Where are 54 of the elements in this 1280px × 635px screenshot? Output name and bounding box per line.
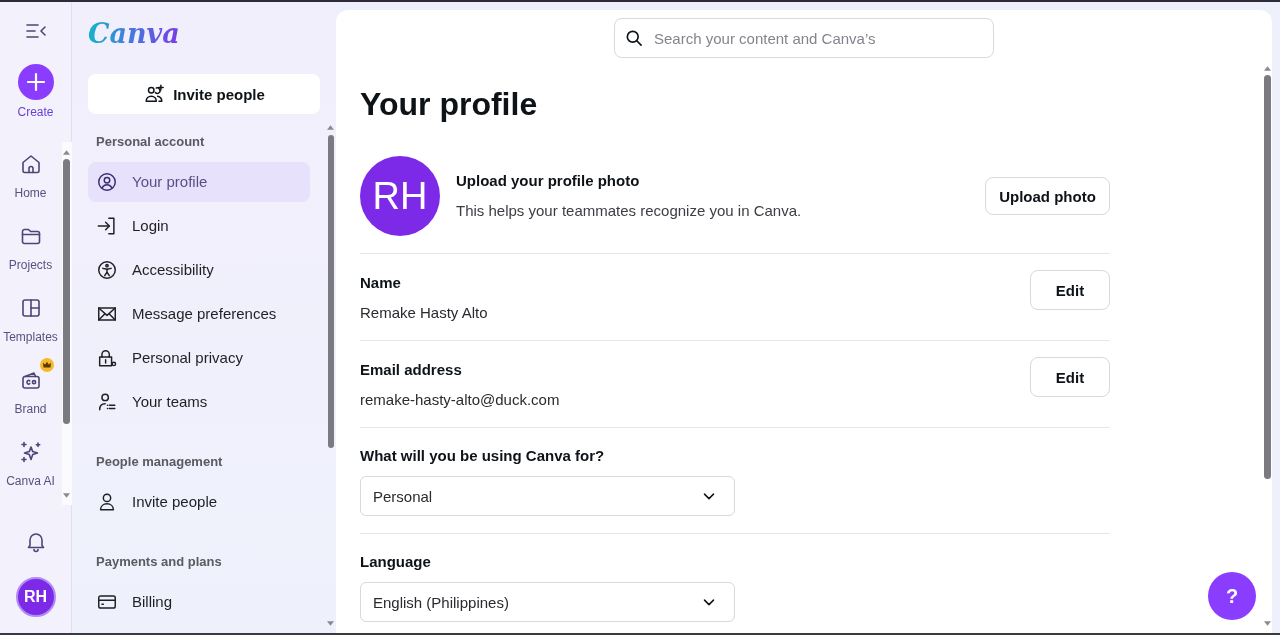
search-field[interactable]: Search your content and Canva’s [614,18,994,58]
scrollbar-thumb[interactable] [63,159,70,424]
sidebar-item[interactable]: Accessibility [88,250,310,290]
navigation-item[interactable]: Projects [0,214,61,273]
create-button[interactable]: Create [17,64,54,120]
scroll-down-icon[interactable] [327,621,334,626]
dropdown-field[interactable]: Personal [360,476,735,516]
invite-people-button[interactable]: Invite people [88,74,320,114]
scroll-up-icon[interactable] [1263,66,1271,71]
scrollbar-thumb[interactable] [327,135,334,448]
padlock-icon [96,347,118,369]
field-label: What will you be using Canva for? [360,446,605,466]
upload-photo-button[interactable]: Upload photo [985,177,1110,215]
section-heading: Personal account [95,133,206,151]
scroll-up-icon[interactable] [327,125,334,130]
navigation-item[interactable]: Canva AI [0,430,61,489]
sparkles-icon [18,440,43,464]
sidebar-item[interactable]: Personal privacy [88,338,310,378]
edit-button[interactable]: Edit [1030,357,1110,397]
plus-icon [17,64,54,100]
navigation-item[interactable]: Home [0,142,61,201]
profile-avatar: RH [360,156,440,236]
scroll-down-icon[interactable] [1263,621,1271,626]
field-value: Remake Hasty Alto [360,303,488,323]
team-list-icon [96,391,118,413]
user-circle-icon [96,171,118,193]
photo-description: This helps your teammates recognize you in Canva. [456,201,802,221]
sidebar-item[interactable]: Billing [88,582,310,622]
scrollbar-thumb[interactable] [1263,75,1271,479]
section-heading: Payments and plans [95,553,223,571]
dropdown-field[interactable]: English (Philippines) [360,582,735,622]
user-avatar[interactable]: RH [15,577,56,617]
section-heading: People management [95,453,224,471]
search-icon [624,28,644,48]
sidebar-item[interactable]: Message preferences [88,294,310,334]
scroll-up-icon[interactable] [63,150,70,155]
sidebar-item[interactable]: Your profile [88,162,310,202]
login-icon [96,215,118,237]
field-label: Language [360,552,431,572]
photo-heading: Upload your profile photo [456,171,641,191]
help-button[interactable]: ? [1208,572,1256,620]
sidebar-item[interactable]: Login [88,206,310,246]
page-title: Your profile [360,85,538,124]
add-people-icon [143,83,166,105]
field-label: Name [360,273,402,293]
navigation-item[interactable]: Templates [0,286,61,345]
sidebar-item[interactable]: Invite people [88,482,310,522]
accessibility-icon [96,259,118,281]
sidebar-item[interactable]: Your teams [88,382,310,422]
field-label: Email address [360,360,463,380]
edit-button[interactable]: Edit [1030,270,1110,310]
scroll-down-icon[interactable] [63,493,70,498]
navigation-item[interactable]: Brand [0,358,61,417]
field-value: remake-hasty-alto@duck.com [360,390,560,410]
